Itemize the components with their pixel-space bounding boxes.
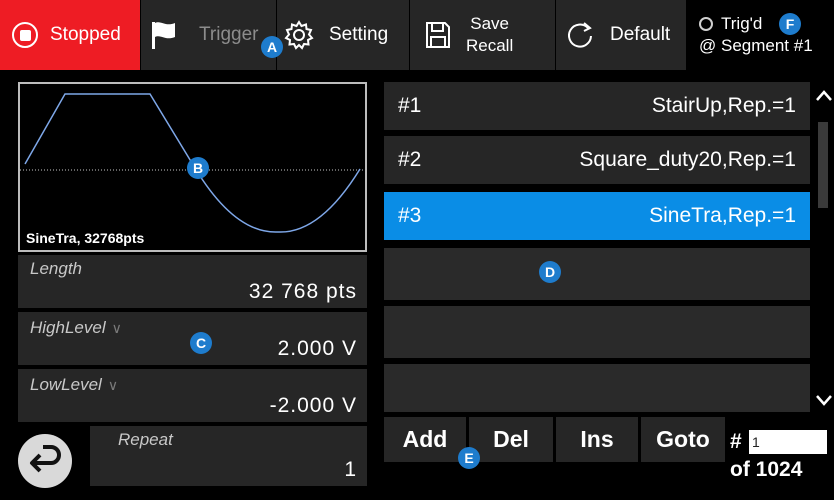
list-item[interactable]: #2 Square_duty20,Rep.=1 [384,136,810,184]
list-item-selected[interactable]: #3 SineTra,Rep.=1 [384,192,810,240]
back-arrow-icon [30,445,61,473]
setting-button[interactable]: Setting [277,0,409,70]
segment-description: StairUp,Rep.=1 [651,94,796,117]
goto-panel: # 1 of 1024 [727,426,834,486]
lowlevel-label: LowLevel [30,375,102,394]
callout-badge-f: F [779,13,801,35]
segment-description: Square_duty20,Rep.=1 [579,148,796,171]
trigger-status: Trig'd @ Segment #1 [687,0,834,70]
trigger-label: Trigger [199,24,259,45]
highlevel-label: HighLevel [30,318,106,337]
callout-badge-d: D [539,261,561,283]
default-label: Default [610,24,671,45]
repeat-field[interactable]: Repeat 1 [90,426,367,486]
repeat-value: 1 [344,458,357,481]
stopped-label: Stopped [50,24,121,45]
trig-status-line: Trig'd [699,13,762,35]
empty-list-slot[interactable] [384,306,810,358]
stop-circle-icon [12,22,38,48]
floppy-icon [426,22,450,48]
segment-number: #2 [398,148,422,171]
goto-total-text: of 1024 [730,458,803,481]
lowlevel-field[interactable]: LowLevel ∨ -2.000 V [18,369,367,422]
goto-button[interactable]: Goto [641,417,725,462]
setting-label: Setting [329,24,389,45]
empty-list-slot[interactable] [384,248,810,300]
save-recall-text: Save Recall [466,13,513,57]
save-recall-button[interactable]: Save Recall [410,0,555,70]
chevron-down-icon: ∨ [107,377,119,393]
goto-number-input[interactable]: 1 [749,430,827,454]
lowlevel-label-wrap: LowLevel ∨ [30,375,118,395]
repeat-label: Repeat [118,430,173,449]
waveform-caption: SineTra, 32768pts [26,230,145,246]
scrollbar[interactable] [814,80,834,415]
gear-icon [284,20,314,50]
callout-badge-b: B [187,157,209,179]
callout-badge-e: E [458,447,480,469]
goto-hash: # [730,430,742,453]
chevron-up-icon[interactable] [814,84,834,108]
recall-label: Recall [466,36,514,55]
length-field[interactable]: Length 32 768 pts [18,255,367,308]
chevron-down-icon: ∨ [111,320,122,336]
save-label: Save [470,14,509,33]
ins-button[interactable]: Ins [556,417,638,462]
segment-status-text: @ Segment #1 [699,36,813,55]
segment-number: #1 [398,94,422,117]
segment-number: #3 [398,204,422,227]
length-value: 32 768 pts [248,280,357,303]
stopped-button[interactable]: Stopped [0,0,140,70]
chevron-down-icon[interactable] [814,388,834,412]
segment-description: SineTra,Rep.=1 [649,204,796,227]
default-button[interactable]: Default [556,0,686,70]
length-label: Length [30,259,82,278]
flag-icon [152,22,175,49]
add-button[interactable]: Add [384,417,466,462]
empty-list-slot[interactable] [384,364,810,412]
trig-status-text: Trig'd [721,14,763,33]
list-item[interactable]: #1 StairUp,Rep.=1 [384,82,810,130]
trig-indicator-icon [699,17,713,31]
highlevel-value: 2.000 V [277,337,357,360]
refresh-icon [568,22,592,48]
scrollbar-thumb[interactable] [818,122,828,208]
highlevel-label-wrap: HighLevel ∨ [30,318,122,338]
callout-badge-c: C [190,332,212,354]
lowlevel-value: -2.000 V [269,394,357,417]
del-button[interactable]: Del [469,417,553,462]
callout-badge-a: A [261,36,283,58]
trigger-button[interactable]: Trigger [141,0,276,70]
toolbar: Stopped Trigger Setting Save Recall Defa… [0,0,834,70]
back-button[interactable] [18,434,72,488]
